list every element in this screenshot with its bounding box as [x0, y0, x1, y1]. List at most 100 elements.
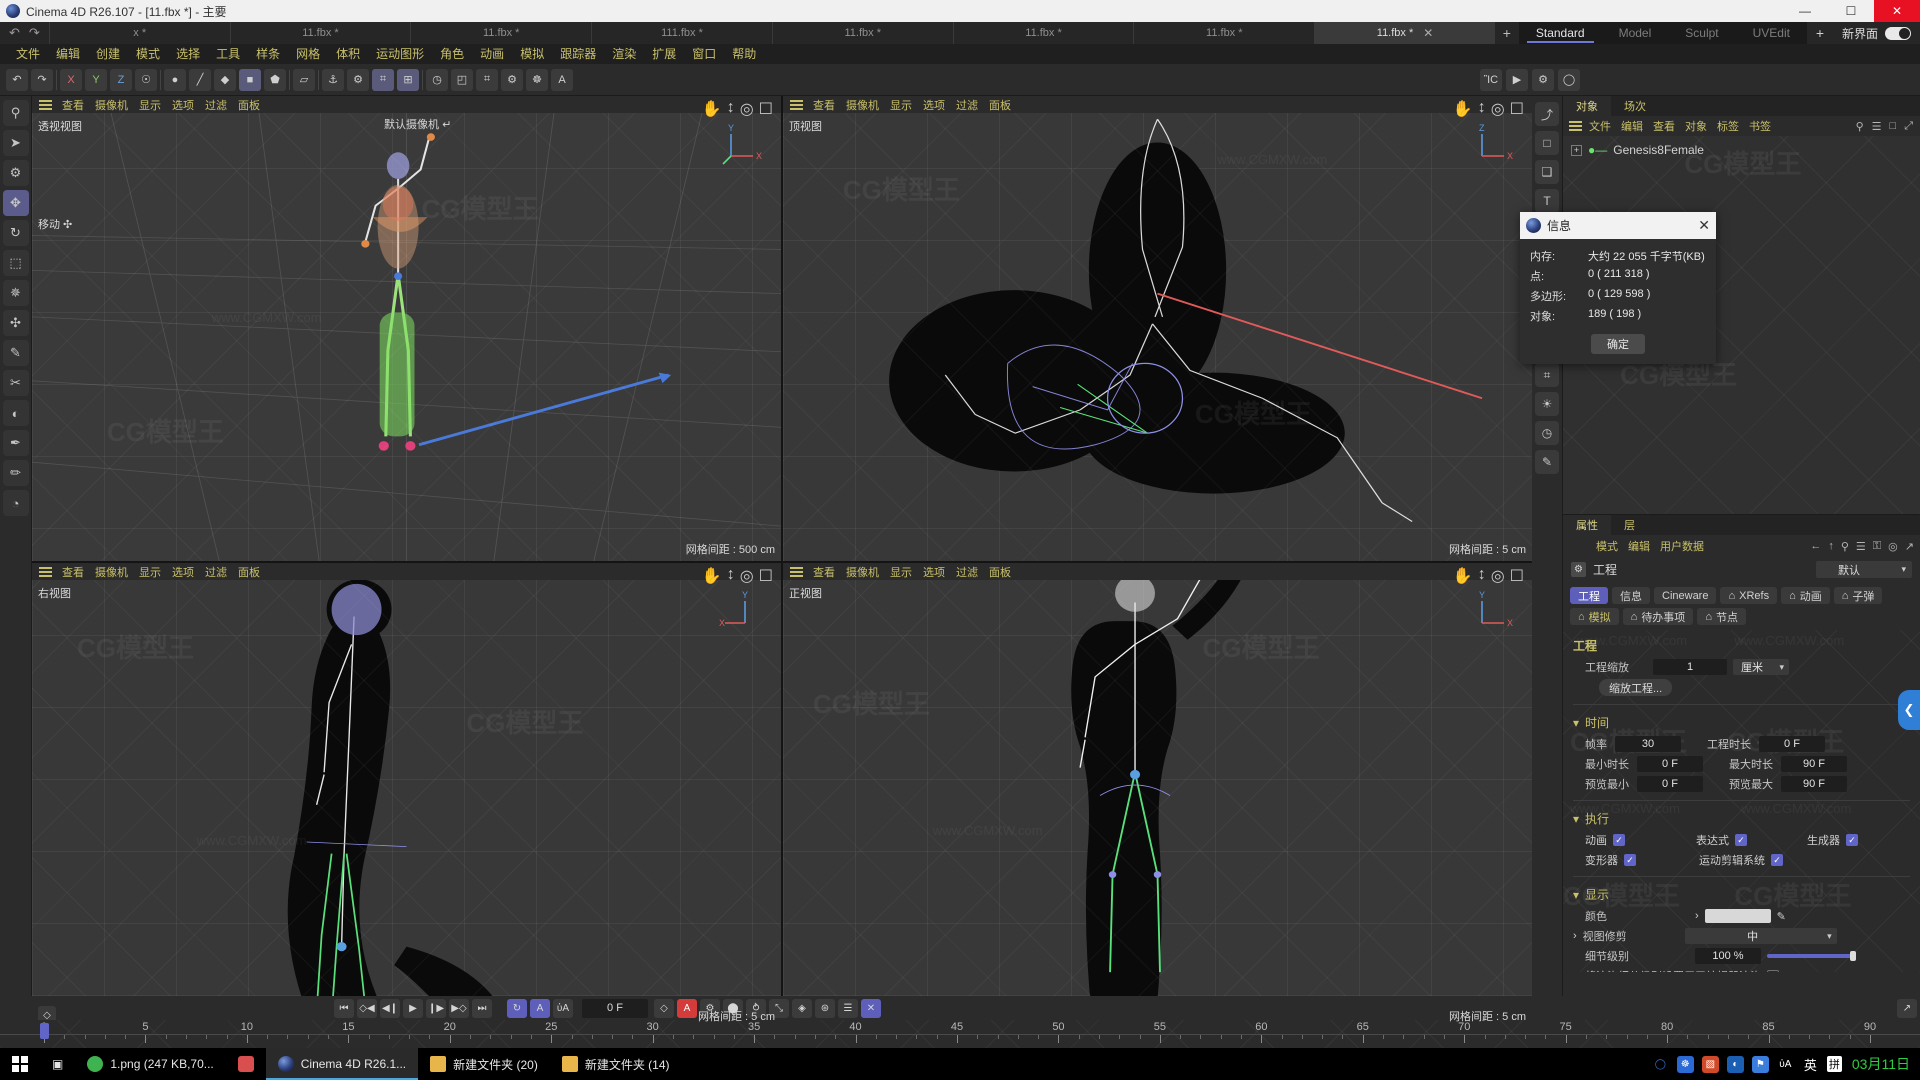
object-search-icon[interactable]: ⚲ [1856, 120, 1864, 133]
viewport-menu-显示[interactable]: 显示 [139, 564, 161, 580]
attr-back-icon[interactable]: ← [1810, 540, 1821, 553]
viewport-menu-摄像机[interactable]: 摄像机 [95, 564, 128, 580]
chevron-right-icon[interactable]: › [1573, 930, 1577, 942]
model-mode-icon[interactable]: ■ [239, 68, 261, 91]
viewport-menu-icon[interactable] [790, 100, 803, 110]
taskbar-item-1[interactable] [226, 1048, 266, 1080]
object-tab-对象[interactable]: 对象 [1563, 96, 1611, 116]
play-render-icon[interactable]: ▶ [1506, 68, 1528, 91]
menu-item-14[interactable]: 渲染 [604, 44, 644, 64]
undo-icon[interactable]: ↶ [6, 68, 28, 91]
expand-icon[interactable]: + [1571, 144, 1582, 156]
taskbar-item-3[interactable]: 新建文件夹 (20) [418, 1048, 550, 1080]
menu-item-9[interactable]: 运动图形 [368, 44, 432, 64]
document-tab-4[interactable]: 11.fbx * [771, 22, 953, 44]
time-input-预览最大[interactable]: 90 F [1781, 776, 1847, 792]
attr-tab-节点[interactable]: ⌂ 节点 [1697, 608, 1746, 625]
display-lod-input[interactable]: 100 % [1695, 948, 1761, 964]
rotate-tool-icon[interactable]: ↻ [2, 220, 29, 246]
snap-enable-icon[interactable]: ⚓ [322, 68, 344, 91]
menu-item-10[interactable]: 角色 [432, 44, 472, 64]
pan-icon[interactable]: ✋ [702, 99, 722, 119]
section-exec-header[interactable]: ▾ 执行 [1563, 807, 1920, 830]
live-selection-icon[interactable]: ➤ [2, 130, 29, 156]
menu-item-16[interactable]: 窗口 [684, 44, 724, 64]
paint-tool-icon[interactable]: ✒ [2, 430, 29, 456]
volume-tray-icon[interactable]: ὐA [1776, 1055, 1794, 1073]
edit-icon[interactable]: ✎ [1535, 450, 1559, 474]
document-tab-close[interactable]: ✕ [1423, 26, 1433, 40]
cube-icon[interactable]: ❑ [1535, 160, 1559, 184]
viewport-menu-选项[interactable]: 选项 [923, 97, 945, 113]
viewport-menu-查看[interactable]: 查看 [813, 564, 835, 580]
attr-filter-icon[interactable]: ☰ [1856, 540, 1866, 553]
key-filter-button[interactable]: ✕ [861, 998, 881, 1018]
asset-browser-icon[interactable]: A [551, 68, 573, 91]
start-button[interactable] [0, 1048, 40, 1080]
magnet-tool-icon[interactable]: ✵ [2, 280, 29, 306]
section-display-header[interactable]: ▾ 显示 [1563, 883, 1920, 906]
menu-item-17[interactable]: 帮助 [724, 44, 764, 64]
transform-tool-icon[interactable]: ✣ [2, 310, 29, 336]
orbit-icon[interactable]: ◎ [740, 99, 754, 119]
add-document-tab-button[interactable]: + [1495, 22, 1519, 44]
render-queue-icon[interactable]: ⌗ [476, 68, 498, 91]
goto-start-button[interactable]: ⏮ [334, 998, 354, 1018]
time-input-最大时长[interactable]: 90 F [1781, 756, 1847, 772]
attribute-menu-模式[interactable]: 模式 [1596, 538, 1618, 554]
object-expand-icon[interactable]: ⤢ [1904, 120, 1913, 133]
object-tab-场次[interactable]: 场次 [1611, 96, 1659, 116]
take-system-icon[interactable]: ἺC [1480, 68, 1502, 91]
sculpt-tool-icon[interactable]: ◔ [2, 490, 29, 516]
new-ui-toggle-group[interactable]: 新界面 [1833, 22, 1920, 44]
menu-item-3[interactable]: 模式 [128, 44, 168, 64]
render-settings-right-icon[interactable]: ⚙ [1532, 68, 1554, 91]
camera-icon[interactable]: ◷ [1535, 421, 1559, 445]
project-unit-dropdown[interactable]: 厘米 [1733, 659, 1789, 675]
viewport-menu-面板[interactable]: 面板 [238, 97, 260, 113]
viewport-menu-显示[interactable]: 显示 [139, 97, 161, 113]
speaker-button[interactable]: ὐA [553, 998, 573, 1018]
viewport-front[interactable]: www.CGMXW.com CG模型王 CG模型王 查看摄像机显示选项过滤面板 … [783, 563, 1532, 1028]
dolly-icon[interactable]: ↕ [1478, 99, 1486, 119]
record-keyframe-button[interactable]: ◇ [654, 998, 674, 1018]
search-icon[interactable]: ⚲ [2, 100, 29, 126]
next-key-button[interactable]: ▶◇ [449, 998, 469, 1018]
viewport-menu-icon[interactable] [39, 100, 52, 110]
menu-item-1[interactable]: 编辑 [48, 44, 88, 64]
attr-tab-Cineware[interactable]: Cineware [1654, 587, 1717, 604]
viewport-menu-选项[interactable]: 选项 [172, 97, 194, 113]
display-clip-dropdown[interactable]: 中 [1684, 928, 1837, 944]
next-frame-button[interactable]: ❙▶ [426, 998, 446, 1018]
front-canvas[interactable] [783, 563, 1532, 1028]
project-scale-input[interactable]: 1 [1653, 659, 1727, 675]
maximize-button[interactable]: ☐ [1828, 0, 1874, 22]
menu-item-13[interactable]: 跟踪器 [552, 44, 604, 64]
time-input-预览最小[interactable]: 0 F [1637, 776, 1703, 792]
play-button[interactable]: ▶ [403, 998, 423, 1018]
loop-playback-button[interactable]: ↻ [507, 998, 527, 1018]
perspective-nav-icons[interactable]: ✋ ↕ ◎ ☐ [702, 99, 773, 119]
viewport-menu-面板[interactable]: 面板 [238, 564, 260, 580]
animation-layer-button[interactable]: ☰ [838, 998, 858, 1018]
viewport-menu-过滤[interactable]: 过滤 [205, 97, 227, 113]
viewport-menu-icon[interactable] [39, 567, 52, 577]
top-canvas[interactable] [783, 96, 1532, 561]
material-sphere-icon[interactable]: ◯ [1558, 68, 1580, 91]
exec-checkbox-变形器[interactable]: ✓ [1624, 854, 1636, 866]
new-ui-toggle[interactable] [1885, 26, 1911, 40]
viewport-menu-查看[interactable]: 查看 [62, 97, 84, 113]
perspective-canvas[interactable] [32, 96, 781, 561]
z-axis-lock[interactable]: Z [110, 68, 132, 91]
pan-icon[interactable]: ✋ [1453, 99, 1473, 119]
object-menu-编辑[interactable]: 编辑 [1621, 118, 1643, 134]
document-tab-2[interactable]: 11.fbx * [410, 22, 591, 44]
exec-checkbox-动画[interactable]: ✓ [1613, 834, 1625, 846]
prev-frame-button[interactable]: ◀❙ [380, 998, 400, 1018]
redo-icon[interactable]: ↷ [31, 68, 53, 91]
attr-tab-工程[interactable]: 工程 [1570, 587, 1608, 604]
render-region-icon[interactable]: ◰ [451, 68, 473, 91]
maximize-viewport-icon[interactable]: ☐ [759, 566, 773, 586]
viewport-menu-面板[interactable]: 面板 [989, 564, 1011, 580]
ime-language-indicator[interactable]: 英 [1804, 1055, 1817, 1074]
